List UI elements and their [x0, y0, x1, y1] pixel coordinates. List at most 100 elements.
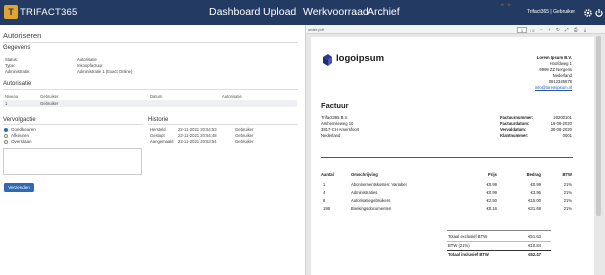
history-action: Aangemaakt	[150, 139, 174, 144]
section-autorisatie: Autorisatie	[3, 81, 32, 87]
nav-werkvoorraad[interactable]: Werkvoorraad	[303, 6, 369, 18]
line-desc: Administraties	[351, 190, 378, 195]
zoom-in-icon[interactable]: +	[548, 27, 551, 32]
line-desc: Boekingsdocumenten	[351, 206, 392, 211]
meta-value: 0001	[562, 133, 572, 138]
line-desc: Autorisatiegebruikers	[351, 198, 391, 203]
divider	[3, 42, 298, 43]
print-icon[interactable]: ⎙	[574, 27, 578, 32]
history-action: Hersteld	[150, 127, 166, 132]
radio-label: Goedkeuren	[11, 127, 36, 132]
field-label: Type:	[5, 63, 16, 68]
logo-mark: T	[4, 5, 18, 19]
total-label: BTW (21%)	[448, 243, 470, 248]
company-logo-icon	[323, 54, 332, 66]
send-button[interactable]: Verzenden	[4, 183, 34, 192]
table-cell: 1	[5, 101, 8, 106]
radio-label: Afkeuren	[11, 133, 30, 138]
column-header: Datum	[150, 94, 163, 99]
divider	[447, 241, 551, 242]
column-header: Autorisatie	[222, 94, 242, 99]
line-qty: 4	[323, 190, 326, 195]
company-phone: 0612345678	[548, 79, 572, 84]
authorize-panel: Autoriseren Gegevens Status: Autorisatie…	[0, 25, 300, 275]
line-desc: Abonnementskosten: Variabel	[351, 182, 407, 187]
history-date: 22-11-2021 20:54:53	[178, 127, 217, 132]
total-value: €10.84	[528, 243, 541, 248]
viewer-scrollbar[interactable]	[596, 36, 601, 216]
field-value: Administratie 1 (Exact Online)	[77, 69, 133, 74]
file-name: order.pdf	[308, 27, 324, 32]
line-vat: 21%	[563, 182, 572, 187]
column-header: Aantal	[321, 172, 334, 177]
line-vat: 21%	[563, 198, 572, 203]
table-cell: Gebruiker	[40, 101, 59, 106]
line-qty: 198	[323, 206, 330, 211]
nav-dashboard[interactable]: Dashboard	[209, 6, 260, 18]
grand-total-label: Totaal inclusief BTW	[448, 252, 489, 257]
history-date: 22-11-2021 20:54:48	[178, 133, 217, 138]
divider	[447, 250, 551, 251]
meta-value: 16-06-2020	[550, 121, 572, 126]
radio-label: Overslaan	[11, 139, 32, 144]
radio-icon[interactable]	[4, 127, 8, 132]
history-user: Gebruiker	[235, 127, 254, 132]
column-header: Niveau	[5, 94, 19, 99]
divider	[321, 157, 573, 158]
radio-afkeuren[interactable]: Afkeuren	[4, 133, 29, 138]
comment-textarea[interactable]	[3, 148, 142, 175]
grand-total-value: €62.47	[528, 252, 541, 257]
section-vervolgactie: Vervolgactie	[3, 117, 36, 123]
user-menu[interactable]: Trifact365 | Gebruiker	[527, 9, 575, 15]
zoom-out-icon[interactable]: −	[540, 27, 543, 32]
customer-address: Amhemseweg 10	[321, 121, 354, 126]
line-qty: 6	[323, 198, 326, 203]
gear-icon[interactable]	[583, 8, 593, 18]
company-email-link[interactable]: info@loremipsum.nl	[535, 85, 572, 90]
company-logo-text: logoipsum	[336, 53, 385, 64]
company-address: Hoofdweg 1	[549, 61, 572, 66]
invoice-title: Factuur	[321, 101, 349, 110]
divider	[3, 124, 143, 125]
rotate-icon[interactable]: ↻	[556, 27, 560, 33]
line-vat: 21%	[563, 206, 572, 211]
radio-icon[interactable]	[4, 139, 8, 144]
line-price: €2.50	[486, 198, 497, 203]
line-price: €0.99	[486, 182, 497, 187]
column-header: Omschrijving	[351, 172, 378, 177]
customer-name: Trifact365 B.V.	[321, 115, 349, 120]
meta-value: 20200101	[553, 115, 572, 120]
column-header: Gebruiker	[40, 94, 59, 99]
download-icon[interactable]: ⤓	[584, 27, 586, 32]
line-qty: 1	[323, 182, 326, 187]
company-country: Nederland	[552, 73, 572, 78]
meta-label: Factuurnummer:	[500, 115, 534, 120]
divider	[447, 230, 551, 231]
history-user: Gebruiker	[235, 133, 254, 138]
column-header: Bedrag	[526, 172, 541, 177]
nav-archief[interactable]: Archief	[367, 6, 400, 18]
section-historie: Historie	[148, 117, 169, 123]
app-logo[interactable]: T TRIFACT365	[4, 5, 77, 19]
radio-goedkeuren[interactable]: Goedkeuren	[4, 127, 36, 132]
line-amount: €0.99	[530, 182, 541, 187]
fit-icon[interactable]: ⤢	[565, 27, 569, 32]
arrow-right-icon[interactable]: ▶	[508, 2, 511, 8]
power-icon[interactable]	[594, 8, 604, 18]
meta-label: Factuurdatum:	[500, 121, 530, 126]
top-bar: T TRIFACT365 Dashboard Upload Werkvoorra…	[0, 0, 605, 25]
line-price: €0.16	[486, 206, 497, 211]
pdf-page: logoipsum Lorem Ipsum B.V. Hoofdweg 1 99…	[311, 37, 594, 275]
page-number-input[interactable]: 1	[517, 27, 527, 33]
viewer-toolbar: order.pdf	[306, 25, 605, 34]
history-action: Gestopt	[150, 133, 165, 138]
meta-label: Vervaldatum:	[500, 127, 527, 132]
arrow-left-icon[interactable]: ◀	[500, 2, 503, 8]
field-value: Autorisatie	[77, 57, 97, 62]
field-label: Status:	[5, 57, 19, 62]
column-header: BTW	[562, 172, 572, 177]
nav-upload[interactable]: Upload	[263, 6, 296, 18]
total-value: €51.63	[528, 234, 541, 239]
radio-overslaan[interactable]: Overslaan	[4, 139, 32, 144]
radio-icon[interactable]	[4, 133, 8, 138]
